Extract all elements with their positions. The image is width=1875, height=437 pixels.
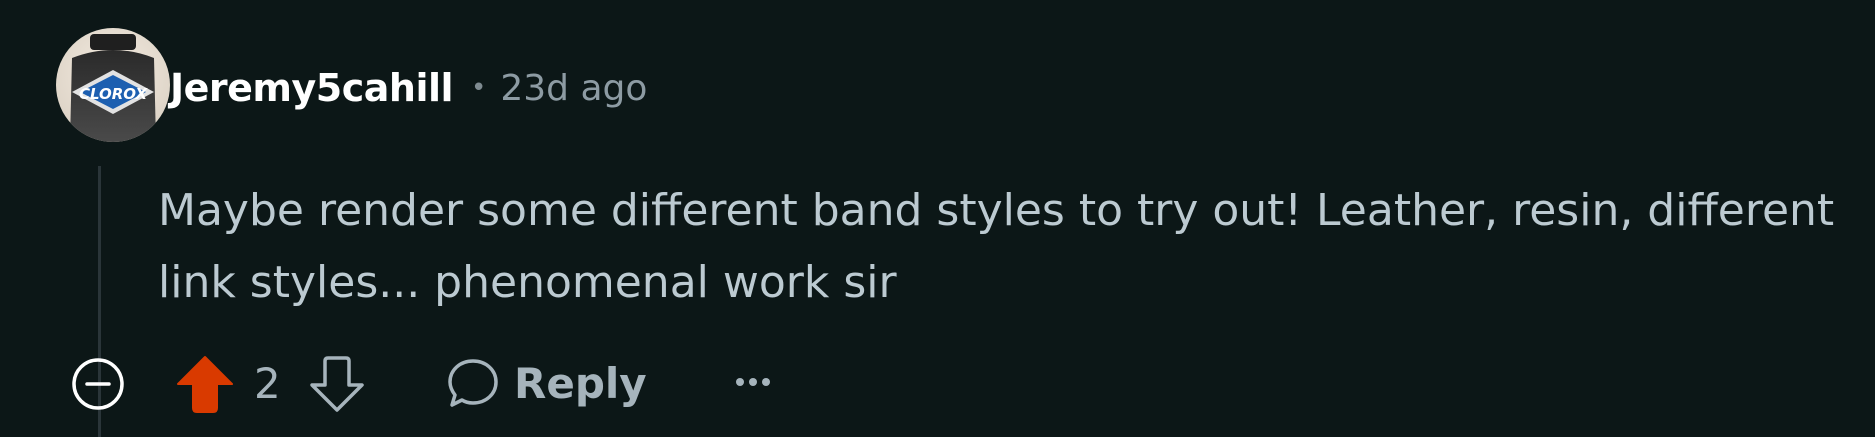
collapse-button[interactable] (70, 356, 126, 412)
action-bar: 2 Reply (70, 352, 830, 414)
comment: CLOROX Jeremy5cahill • 23d ago Maybe ren… (0, 0, 1875, 437)
reply-button[interactable]: Reply (446, 352, 647, 414)
minus-circle-icon (72, 358, 124, 410)
timestamp[interactable]: 23d ago (500, 68, 647, 109)
upvote-button[interactable] (174, 354, 236, 414)
arrow-down-icon (310, 356, 364, 412)
avatar[interactable]: CLOROX (56, 28, 170, 142)
comment-body: Maybe render some different band styles … (158, 185, 1835, 308)
vote-score: 2 (254, 359, 281, 408)
avatar-image: CLOROX (56, 28, 170, 142)
comment-header: Jeremy5cahill • 23d ago (170, 60, 647, 116)
avatar-logo-text: CLOROX (79, 85, 149, 103)
separator-dot: • (471, 73, 487, 103)
downvote-button[interactable] (306, 354, 368, 414)
username-link[interactable]: Jeremy5cahill (170, 66, 454, 110)
ellipsis-icon (736, 378, 770, 386)
reply-label: Reply (514, 358, 647, 408)
more-options-button[interactable] (728, 360, 778, 404)
arrow-up-icon (177, 356, 233, 413)
speech-bubble-icon (448, 359, 498, 407)
